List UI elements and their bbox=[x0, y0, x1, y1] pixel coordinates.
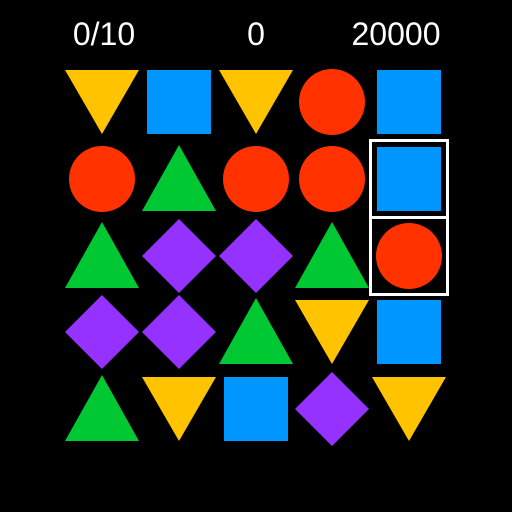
board-cell-r2-c2[interactable] bbox=[141, 141, 217, 217]
board-cell-r1-c3[interactable] bbox=[218, 64, 294, 140]
board-cell-r4-c3[interactable] bbox=[218, 294, 294, 370]
board-cell-r2-c5-selected[interactable] bbox=[369, 139, 449, 219]
green-up-triangle-icon bbox=[142, 145, 216, 211]
yellow-down-triangle-icon bbox=[372, 377, 446, 441]
blue-square-icon bbox=[377, 300, 441, 364]
red-circle-icon bbox=[376, 223, 442, 289]
board-cell-r2-c3[interactable] bbox=[218, 141, 294, 217]
board-cell-r3-c4[interactable] bbox=[294, 218, 370, 294]
blue-square-icon bbox=[147, 70, 211, 134]
moves-counter: 0/10 bbox=[72, 16, 136, 52]
green-up-triangle-icon bbox=[295, 222, 369, 288]
yellow-down-triangle-icon bbox=[295, 300, 369, 364]
score-display: 0 bbox=[247, 16, 265, 52]
board-cell-r4-c5[interactable] bbox=[371, 294, 447, 370]
board-cell-r2-c4[interactable] bbox=[294, 141, 370, 217]
blue-square-icon bbox=[377, 300, 441, 364]
green-up-triangle-icon bbox=[219, 298, 293, 364]
blue-square-icon bbox=[377, 147, 441, 211]
purple-diamond-icon bbox=[295, 372, 369, 446]
board-cell-r4-c2[interactable] bbox=[141, 294, 217, 370]
blue-square-icon bbox=[224, 377, 288, 441]
yellow-down-triangle-icon bbox=[372, 377, 446, 441]
game-board bbox=[64, 64, 449, 448]
purple-diamond-icon bbox=[65, 295, 139, 369]
blue-square-icon bbox=[224, 377, 288, 441]
red-circle-icon bbox=[69, 146, 135, 212]
purple-diamond-icon bbox=[142, 219, 216, 293]
green-up-triangle-icon bbox=[295, 222, 369, 288]
board-cell-r1-c4[interactable] bbox=[294, 64, 370, 140]
red-circle-icon bbox=[299, 146, 365, 212]
blue-square-icon bbox=[377, 70, 441, 134]
board-cell-r2-c1[interactable] bbox=[64, 141, 140, 217]
board-cell-r1-c5[interactable] bbox=[371, 64, 447, 140]
board-cell-r3-c2[interactable] bbox=[141, 218, 217, 294]
board-cell-r3-c3[interactable] bbox=[218, 218, 294, 294]
purple-diamond-icon bbox=[219, 219, 293, 293]
board-cell-r1-c1[interactable] bbox=[64, 64, 140, 140]
red-circle-icon bbox=[299, 146, 365, 212]
target-score: 20000 bbox=[351, 16, 441, 52]
green-up-triangle-icon bbox=[65, 222, 139, 288]
purple-diamond-icon bbox=[219, 219, 293, 293]
yellow-down-triangle-icon bbox=[295, 300, 369, 364]
red-circle-icon bbox=[299, 69, 365, 135]
board-cell-r3-c1[interactable] bbox=[64, 218, 140, 294]
purple-diamond-icon bbox=[142, 219, 216, 293]
yellow-down-triangle-icon bbox=[65, 70, 139, 134]
board-cell-r5-c5[interactable] bbox=[371, 371, 447, 447]
blue-square-icon bbox=[147, 70, 211, 134]
purple-diamond-icon bbox=[142, 295, 216, 369]
board-cell-r4-c1[interactable] bbox=[64, 294, 140, 370]
blue-square-icon bbox=[377, 147, 441, 211]
blue-square-icon bbox=[377, 70, 441, 134]
green-up-triangle-icon bbox=[219, 298, 293, 364]
red-circle-icon bbox=[223, 146, 289, 212]
board-cell-r1-c2[interactable] bbox=[141, 64, 217, 140]
board-cell-r5-c3[interactable] bbox=[218, 371, 294, 447]
green-up-triangle-icon bbox=[65, 375, 139, 441]
green-up-triangle-icon bbox=[142, 145, 216, 211]
purple-diamond-icon bbox=[295, 372, 369, 446]
yellow-down-triangle-icon bbox=[219, 70, 293, 134]
yellow-down-triangle-icon bbox=[219, 70, 293, 134]
red-circle-icon bbox=[299, 69, 365, 135]
purple-diamond-icon bbox=[142, 295, 216, 369]
red-circle-icon bbox=[223, 146, 289, 212]
green-up-triangle-icon bbox=[65, 375, 139, 441]
red-circle-icon bbox=[376, 223, 442, 289]
red-circle-icon bbox=[69, 146, 135, 212]
purple-diamond-icon bbox=[65, 295, 139, 369]
board-cell-r5-c2[interactable] bbox=[141, 371, 217, 447]
yellow-down-triangle-icon bbox=[65, 70, 139, 134]
green-up-triangle-icon bbox=[65, 222, 139, 288]
yellow-down-triangle-icon bbox=[142, 377, 216, 441]
board-cell-r5-c1[interactable] bbox=[64, 371, 140, 447]
board-cell-r5-c4[interactable] bbox=[294, 371, 370, 447]
board-cell-r4-c4[interactable] bbox=[294, 294, 370, 370]
board-cell-r3-c5-selected[interactable] bbox=[369, 216, 449, 296]
yellow-down-triangle-icon bbox=[142, 377, 216, 441]
